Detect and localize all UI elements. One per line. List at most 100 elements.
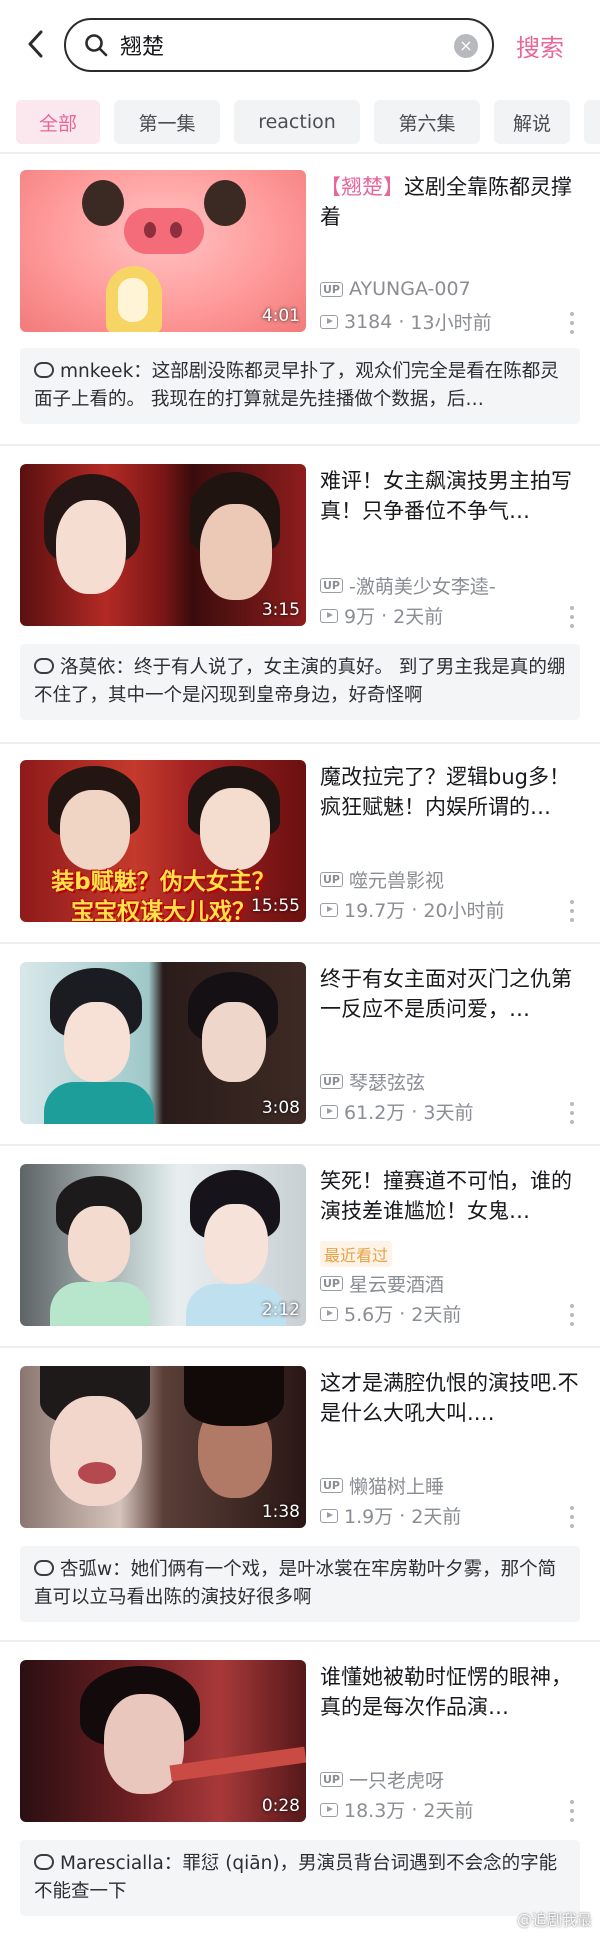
back-arrow-icon [28, 30, 43, 58]
play-count-icon [320, 608, 338, 623]
close-icon: × [459, 36, 473, 55]
clear-search-button[interactable]: × [454, 34, 478, 58]
video-title[interactable]: 魔改拉完了？逻辑bug多！疯狂赋魅！内娱所谓的… [320, 762, 582, 822]
tab-commentary[interactable]: 解说 [494, 100, 570, 144]
publish-time: 2天前 [393, 606, 444, 628]
tab-all[interactable]: 全部 [16, 100, 100, 144]
stats-row: 18.3万 · 2天前 [320, 1796, 473, 1823]
open-mouth [78, 1462, 116, 1484]
video-thumbnail[interactable]: 4:01 [20, 170, 306, 332]
publish-time: 2天前 [411, 1506, 462, 1528]
tab-episode-1[interactable]: 第一集 [114, 100, 220, 144]
comment-user: 洛莫依 [60, 657, 116, 678]
divider [0, 1346, 600, 1348]
more-options-icon[interactable] [568, 900, 576, 922]
up-icon: UP [320, 1074, 343, 1089]
up-icon: UP [320, 872, 343, 887]
actress-face [56, 500, 126, 594]
uploader-name: AYUNGA-007 [349, 278, 471, 300]
top-comment[interactable]: mnkeek：这部剧没陈都灵早扑了，观众们完全是看在陈都灵面子上看的。 我现在的… [20, 348, 580, 424]
actress-costume [50, 1282, 150, 1326]
comment-user: mnkeek [60, 361, 134, 382]
view-count: 19.7万 [344, 900, 406, 922]
uploader-row[interactable]: UP AYUNGA-007 [320, 278, 471, 300]
view-count: 5.6万 [344, 1304, 394, 1326]
uploader-row[interactable]: UP 星云要酒酒 [320, 1270, 444, 1297]
search-input[interactable]: 翘楚 × [64, 18, 494, 72]
up-icon: UP [320, 281, 343, 297]
video-thumbnail[interactable]: 3:15 [20, 464, 306, 626]
uploader-name: -激萌美少女李逵- [349, 576, 496, 598]
up-icon: UP [320, 1276, 343, 1291]
recently-watched-badge: 最近看过 [320, 1241, 393, 1267]
search-button[interactable]: 搜索 [516, 28, 564, 63]
pig-nostril [170, 222, 182, 238]
comment-user: Marescialla [60, 1853, 164, 1874]
publish-time: 3天前 [423, 1102, 474, 1124]
up-icon: UP [320, 578, 343, 593]
comment-icon [34, 362, 54, 378]
tab-episode-6[interactable]: 第六集 [374, 100, 480, 144]
actor-face [200, 504, 272, 600]
uploader-row[interactable]: UP -激萌美少女李逵- [320, 572, 496, 599]
actress-face [200, 788, 270, 870]
publish-time: 13小时前 [410, 312, 492, 334]
video-title[interactable]: 谁懂她被勒时怔愣的眼神，真的是每次作品演… [320, 1662, 582, 1722]
video-title[interactable]: 终于有女主面对灭门之仇第一反应不是质问爱，… [320, 964, 582, 1024]
video-thumbnail[interactable]: 2:12 [20, 1164, 306, 1326]
pig-nostril [144, 222, 156, 238]
stats-row: 9万 · 2天前 [320, 602, 443, 629]
uploader-name: 一只老虎呀 [349, 1770, 445, 1792]
top-comment[interactable]: 杏弧w：她们俩有一个戏，是叶冰裳在牢房勒叶夕雾，那个简直可以立马看出陈的演技好很… [20, 1546, 580, 1622]
more-options-icon[interactable] [568, 606, 576, 628]
actress-face [50, 1396, 142, 1506]
tab-more[interactable] [584, 100, 600, 144]
divider [0, 444, 600, 446]
more-options-icon[interactable] [568, 1304, 576, 1326]
more-options-icon[interactable] [568, 312, 576, 334]
more-options-icon[interactable] [568, 1506, 576, 1528]
video-duration: 3:08 [261, 1098, 300, 1118]
video-title[interactable]: 这才是满腔仇恨的演技吧.不是什么大吼大叫.… [320, 1368, 582, 1428]
video-thumbnail[interactable]: 0:28 [20, 1660, 306, 1822]
filter-tabs: 全部 第一集 reaction 第六集 解说 [0, 100, 600, 146]
up-icon: UP [320, 1478, 343, 1493]
play-count-icon [320, 1508, 338, 1523]
video-title[interactable]: 【翘楚】这剧全靠陈都灵撑着 [320, 172, 582, 232]
more-options-icon[interactable] [568, 1800, 576, 1822]
uploader-row[interactable]: UP 琴瑟弦弦 [320, 1068, 425, 1095]
video-duration: 1:38 [261, 1502, 300, 1522]
stats-row: 19.7万 · 20小时前 [320, 896, 505, 923]
divider [0, 1144, 600, 1146]
divider [0, 1640, 600, 1642]
comment-text: 她们俩有一个戏，是叶冰裳在牢房勒叶夕雾，那个简直可以立马看出陈的演技好很多啊 [34, 1559, 557, 1608]
back-button[interactable] [18, 24, 52, 64]
uploader-row[interactable]: UP 噬元兽影视 [320, 866, 444, 893]
video-thumbnail[interactable]: 装b赋魅？伪大女主？ 宝宝权谋大儿戏？ 15:55 [20, 760, 306, 922]
view-count: 9万 [344, 606, 376, 628]
video-title[interactable]: 难评！女主飙演技男主拍写真！只争番位不争气… [320, 466, 582, 526]
comment-user: 杏弧w [60, 1559, 113, 1580]
divider [0, 942, 600, 944]
cartoon-eye [204, 180, 246, 226]
video-thumbnail[interactable]: 1:38 [20, 1366, 306, 1528]
view-count: 18.3万 [344, 1800, 406, 1822]
actress-face [68, 1206, 130, 1282]
video-title[interactable]: 笑死！撞赛道不可怕，谁的演技差谁尴尬！女鬼… [320, 1166, 582, 1226]
top-comment[interactable]: Marescialla：罪愆 (qiān)，男演员背台词遇到不会念的字能不能查一… [20, 1840, 580, 1916]
stats-row: 1.9万 · 2天前 [320, 1502, 461, 1529]
uploader-row[interactable]: UP 懒猫树上睡 [320, 1472, 444, 1499]
divider [0, 742, 600, 744]
play-count-icon [320, 1104, 338, 1119]
play-count-icon [320, 1802, 338, 1817]
actress-costume [44, 1082, 154, 1124]
tab-reaction[interactable]: reaction [234, 100, 360, 144]
pig-nose [124, 208, 204, 254]
top-comment[interactable]: 洛莫依：终于有人说了，女主演的真好。 到了男主我是真的绷不住了，其中一个是闪现到… [20, 644, 580, 720]
more-options-icon[interactable] [568, 1102, 576, 1124]
actress-hair [184, 1366, 284, 1426]
video-thumbnail[interactable]: 3:08 [20, 962, 306, 1124]
search-icon [85, 34, 108, 57]
search-query-text: 翘楚 [120, 35, 165, 60]
uploader-row[interactable]: UP 一只老虎呀 [320, 1766, 444, 1793]
